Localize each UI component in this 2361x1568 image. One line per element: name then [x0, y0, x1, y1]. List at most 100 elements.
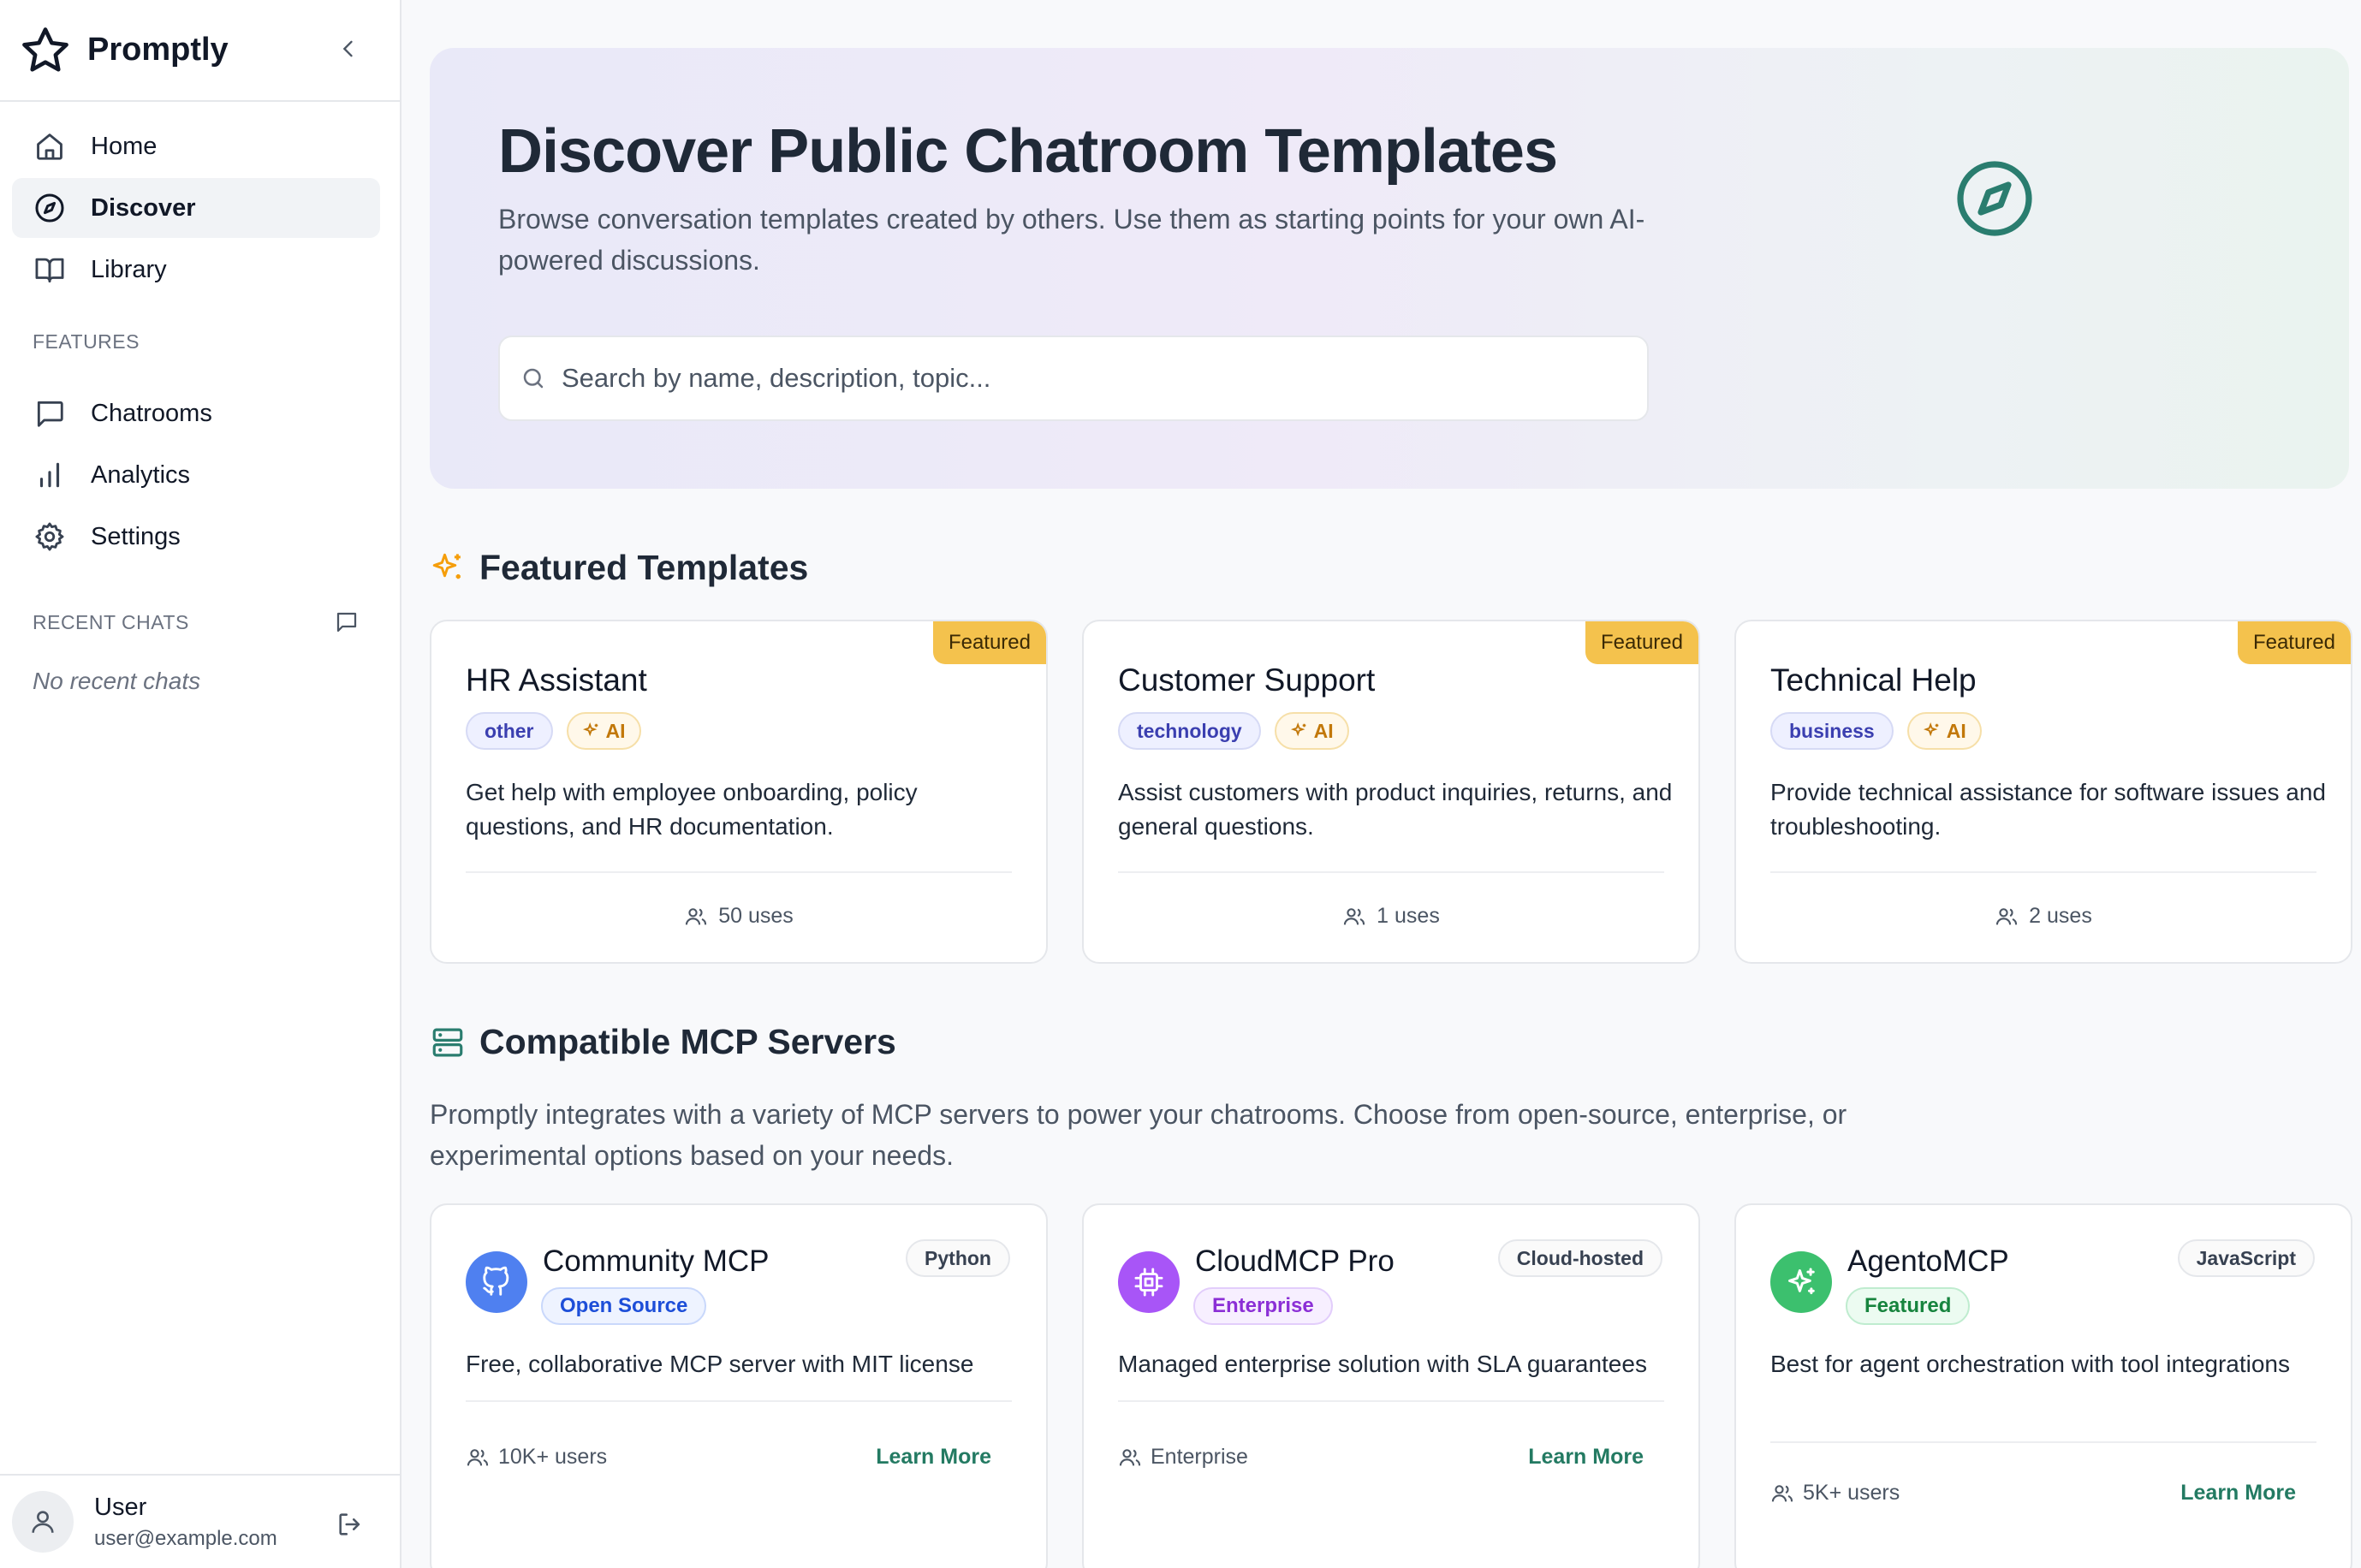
- template-description: Assist customers with product inquiries,…: [1118, 779, 1673, 840]
- usage-count-label: 1 uses: [1377, 904, 1440, 928]
- ai-tag: AI: [566, 712, 641, 750]
- mcp-server-description: Best for agent orchestration with tool i…: [1770, 1351, 2291, 1377]
- mcp-servers-title: Compatible MCP Servers: [479, 1022, 896, 1061]
- avatar[interactable]: [12, 1491, 74, 1553]
- usage-count: 50 uses: [431, 904, 1046, 929]
- usage-count: 2 uses: [1736, 904, 2351, 929]
- nav-library[interactable]: Library: [12, 240, 380, 300]
- ai-tag-label: AI: [1946, 719, 1966, 742]
- users-count-label: Enterprise: [1151, 1445, 1248, 1469]
- server-icon: [430, 1025, 466, 1060]
- usage-count-label: 50 uses: [718, 904, 794, 928]
- template-title: Technical Help: [1770, 662, 1977, 698]
- app-name: Promptly: [87, 32, 229, 68]
- users-count: 5K+ users: [1770, 1481, 1900, 1506]
- mcp-server-card[interactable]: AgentoMCP Featured JavaScript Best for a…: [1734, 1203, 2352, 1568]
- home-icon: [33, 129, 67, 163]
- ai-tag: AI: [1906, 712, 1982, 750]
- search-icon: [520, 365, 546, 391]
- divider: [1770, 1441, 2316, 1443]
- featured-badge: Featured: [1585, 621, 1698, 664]
- chip-icon: [1118, 1251, 1180, 1313]
- category-tag[interactable]: technology: [1118, 712, 1261, 750]
- template-card[interactable]: Featured HR Assistant other AI Get help …: [430, 620, 1048, 964]
- sparkle-icon: [582, 722, 598, 737]
- featured-templates-title: Featured Templates: [479, 548, 809, 587]
- sidebar: Promptly Home Discover Library FEATURES …: [0, 0, 401, 1568]
- learn-more-link[interactable]: Learn More: [2180, 1481, 2296, 1506]
- ai-tag-label: AI: [1313, 719, 1334, 742]
- recent-chats-label: RECENT CHATS: [33, 611, 189, 633]
- mcp-servers-heading: Compatible MCP Servers: [430, 1022, 896, 1062]
- no-recent-chats: No recent chats: [33, 668, 201, 694]
- star-logo-icon: [19, 24, 72, 77]
- featured-badge: Featured: [932, 621, 1046, 664]
- hosting-badge: Cloud-hosted: [1497, 1239, 1662, 1277]
- mcp-server-name: CloudMCP Pro: [1195, 1244, 1395, 1278]
- template-description: Get help with employee onboarding, polic…: [466, 779, 918, 840]
- divider: [466, 1400, 1012, 1402]
- nav-home-label: Home: [91, 132, 158, 160]
- sparkle-icon: [1290, 722, 1306, 737]
- chat-icon: [33, 396, 67, 431]
- users-icon: [467, 1448, 489, 1465]
- mcp-description: Promptly integrates with a variety of MC…: [430, 1099, 1847, 1171]
- nav-home[interactable]: Home: [12, 116, 380, 176]
- gear-icon: [33, 520, 67, 554]
- divider: [466, 871, 1012, 873]
- sparkle-icon: [1923, 722, 1939, 737]
- ai-tag: AI: [1274, 712, 1349, 750]
- users-icon: [1119, 1448, 1141, 1465]
- nav-analytics-label: Analytics: [91, 460, 191, 489]
- learn-more-link[interactable]: Learn More: [1528, 1445, 1644, 1470]
- compass-icon: [33, 191, 67, 225]
- template-card[interactable]: Featured Technical Help business AI Prov…: [1734, 620, 2352, 964]
- template-card[interactable]: Featured Customer Support technology AI …: [1082, 620, 1700, 964]
- nav-settings[interactable]: Settings: [12, 507, 380, 567]
- logout-icon[interactable]: [336, 1510, 366, 1541]
- open-source-badge: Open Source: [541, 1287, 707, 1325]
- users-count-label: 5K+ users: [1803, 1481, 1900, 1505]
- mcp-server-name: AgentoMCP: [1847, 1244, 2009, 1278]
- search-bar[interactable]: [498, 336, 1649, 421]
- divider: [1770, 871, 2316, 873]
- users-count: Enterprise: [1118, 1445, 1248, 1470]
- template-tags: business AI: [1770, 712, 1982, 750]
- category-tag[interactable]: business: [1770, 712, 1894, 750]
- search-input[interactable]: [562, 363, 1589, 394]
- usage-count: 1 uses: [1084, 904, 1698, 929]
- user-profile: User user@example.com: [0, 1474, 400, 1568]
- compass-icon: [1954, 157, 2036, 240]
- github-icon: [466, 1251, 527, 1313]
- mcp-server-description: Free, collaborative MCP server with MIT …: [466, 1351, 974, 1377]
- users-icon: [1996, 907, 2018, 924]
- language-badge: Python: [906, 1239, 1010, 1277]
- template-description: Provide technical assistance for softwar…: [1770, 779, 2326, 840]
- sparkles-icon: [430, 550, 466, 586]
- mcp-server-card[interactable]: Community MCP Open Source Python Free, c…: [430, 1203, 1048, 1568]
- nav-analytics[interactable]: Analytics: [12, 445, 380, 505]
- featured-badge: Featured: [2237, 621, 2351, 664]
- template-tags: other AI: [466, 712, 641, 750]
- hero-banner: Discover Public Chatroom Templates Brows…: [430, 48, 2349, 489]
- users-icon: [1344, 907, 1365, 924]
- nav-discover[interactable]: Discover: [12, 178, 380, 238]
- collapse-sidebar-button[interactable]: [330, 31, 366, 67]
- nav-chatrooms[interactable]: Chatrooms: [12, 383, 380, 443]
- sparkle-icon: [1770, 1251, 1832, 1313]
- mcp-card-footer: 10K+ users Learn More: [466, 1445, 991, 1470]
- mcp-server-card[interactable]: CloudMCP Pro Enterprise Cloud-hosted Man…: [1082, 1203, 1700, 1568]
- category-tag[interactable]: other: [466, 712, 553, 750]
- mcp-server-description: Managed enterprise solution with SLA gua…: [1118, 1351, 1647, 1377]
- template-title: HR Assistant: [466, 662, 647, 698]
- new-chat-icon[interactable]: [334, 609, 360, 635]
- user-name: User: [94, 1493, 147, 1521]
- nav-settings-label: Settings: [91, 522, 181, 550]
- nav-library-label: Library: [91, 255, 167, 283]
- divider: [1118, 1400, 1664, 1402]
- usage-count-label: 2 uses: [2029, 904, 2092, 928]
- features-section-label: FEATURES: [33, 330, 140, 353]
- learn-more-link[interactable]: Learn More: [876, 1445, 991, 1470]
- page-description: Browse conversation templates created by…: [498, 204, 1645, 276]
- user-info: User user@example.com: [94, 1494, 277, 1551]
